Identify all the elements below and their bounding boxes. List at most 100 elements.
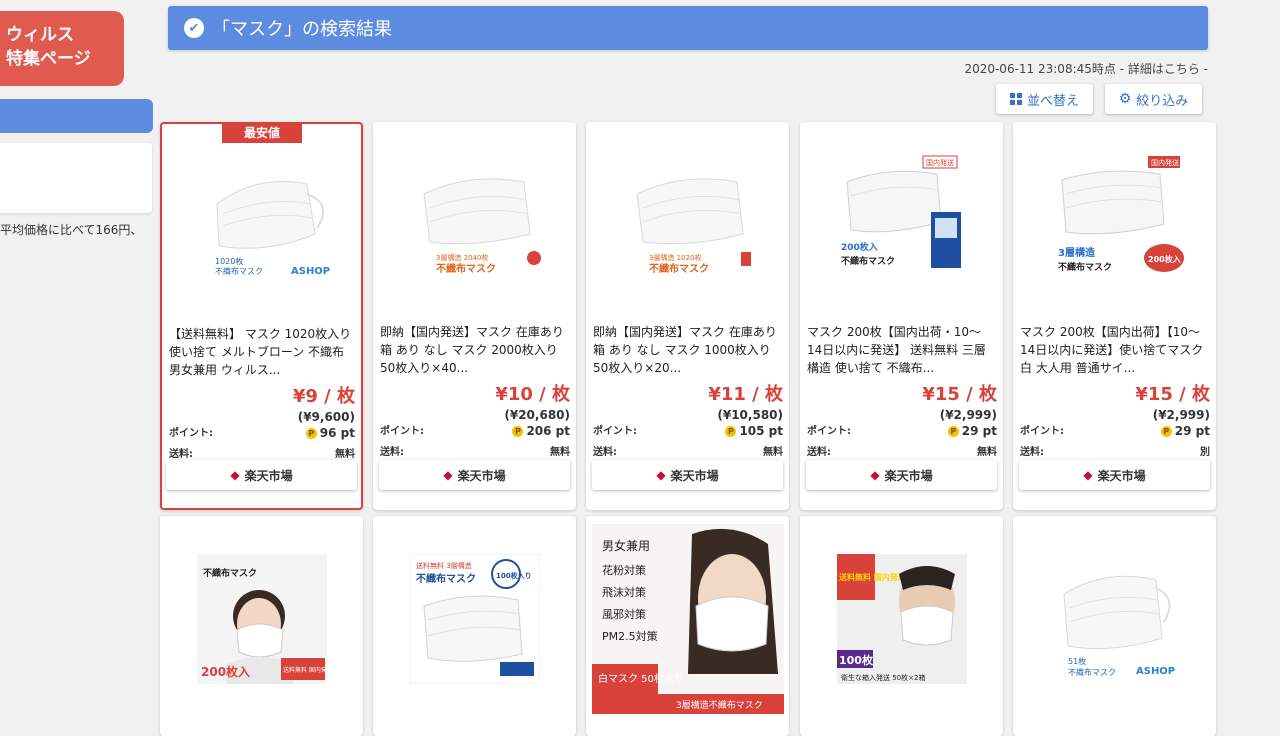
- point-coin-icon: P: [1160, 425, 1172, 437]
- shop-button[interactable]: ◆ 楽天市場: [592, 460, 783, 490]
- image-feature-2: 花粉対策: [602, 563, 646, 577]
- image-spec: 3層構造 1020枚: [649, 253, 702, 262]
- shop-button[interactable]: ◆ 楽天市場: [166, 460, 357, 490]
- tag-icon: ◆: [443, 468, 453, 482]
- total-price: (¥2,999): [939, 408, 997, 422]
- points-value: 105 pt: [739, 424, 783, 438]
- point-coin-icon: P: [725, 425, 737, 437]
- shop-label: 楽天市場: [457, 468, 506, 483]
- product-image: 送料無料 国内発送 100枚 衛生な箱入発送 50枚×2箱: [800, 524, 1003, 714]
- product-image: 3層構造 1020枚 不織布マスク: [586, 142, 789, 292]
- shop-label: 楽天市場: [884, 468, 933, 483]
- points: P 29 pt: [947, 424, 997, 438]
- gear-icon: ⚙: [1118, 91, 1132, 107]
- point-label: ポイント:: [807, 426, 851, 437]
- filter-button[interactable]: ⚙ 絞り込み: [1105, 84, 1202, 114]
- shipping-value: 無料: [977, 447, 997, 458]
- shipping-label: 送料:: [380, 447, 404, 458]
- shop-label: 楽天市場: [670, 468, 719, 483]
- total-price: (¥20,680): [504, 408, 570, 422]
- timestamp-link[interactable]: 2020-06-11 23:08:45時点 - 詳細はこちら -: [964, 60, 1208, 77]
- points: P 206 pt: [512, 424, 570, 438]
- product-title[interactable]: 即納【国内発送】マスク 在庫あり 箱 あり なし マスク 2000枚入り 50枚…: [380, 323, 569, 377]
- promo-line1: ウィルス: [6, 25, 74, 45]
- points: P 96 pt: [305, 426, 355, 440]
- tag-icon: ◆: [1083, 468, 1093, 482]
- shop-label: 楽天市場: [244, 468, 293, 483]
- product-image: 1020枚 不織布マスク ASHOP: [162, 144, 361, 294]
- image-count: 1020枚: [215, 256, 243, 266]
- shop-button[interactable]: ◆ 楽天市場: [806, 460, 997, 490]
- shipping-value: 別: [1200, 447, 1210, 458]
- shop-label: 楽天市場: [1097, 468, 1146, 483]
- filter-label: 絞り込み: [1136, 93, 1189, 109]
- product-card[interactable]: 送料無料 国内発送 100枚 衛生な箱入発送 50枚×2箱: [800, 516, 1003, 736]
- image-count: 100枚入り: [496, 571, 532, 580]
- image-spec: 3層構造: [1058, 246, 1096, 259]
- image-product: 不織布マスク: [203, 567, 257, 579]
- image-count: 200枚入: [201, 664, 250, 679]
- image-tag: 送料無料 国内発送: [283, 666, 327, 674]
- product-title[interactable]: マスク 200枚【国内出荷】【10〜14日以内に発送】使い捨てマスク 白 大人用…: [1020, 323, 1209, 377]
- total-price: (¥2,999): [1152, 408, 1210, 422]
- shipping-value: 無料: [550, 447, 570, 458]
- unit-price: ¥15 / 枚: [1135, 384, 1210, 405]
- image-product: 不織布マスク: [1068, 667, 1116, 677]
- image-tag: 国内発送: [926, 158, 954, 167]
- point-label: ポイント:: [169, 428, 213, 439]
- product-title[interactable]: 【送料無料】 マスク 1020枚入り 使い捨て メルトブローン 不織布 男女兼用…: [169, 325, 354, 379]
- point-label: ポイント:: [593, 426, 637, 437]
- image-count: 200枚入: [1148, 254, 1181, 264]
- product-card[interactable]: 男女兼用 花粉対策 飛沫対策 風邪対策 PM2.5対策 白マスク 50枚入り 3…: [586, 516, 789, 736]
- unit-price: ¥11 / 枚: [708, 384, 783, 405]
- product-card[interactable]: 国内発送 3層構造 不織布マスク 200枚入 マスク 200枚【国内出荷】【10…: [1013, 122, 1216, 510]
- product-card[interactable]: 国内発送 200枚入 不織布マスク マスク 200枚【国内出荷・10〜14日以内…: [800, 122, 1003, 510]
- image-product: 不織布マスク: [416, 572, 476, 585]
- point-coin-icon: P: [512, 425, 524, 437]
- shop-button[interactable]: ◆ 楽天市場: [1019, 460, 1210, 490]
- product-image: 男女兼用 花粉対策 飛沫対策 風邪対策 PM2.5対策 白マスク 50枚入り 3…: [586, 524, 789, 714]
- image-brand: ASHOP: [291, 266, 330, 277]
- product-card[interactable]: 3層構造 1020枚 不織布マスク 即納【国内発送】マスク 在庫あり 箱 あり …: [586, 122, 789, 510]
- product-image: 51枚 不織布マスク ASHOP: [1013, 524, 1216, 714]
- image-product: 不織布マスク: [1058, 261, 1112, 273]
- shop-button[interactable]: ◆ 楽天市場: [379, 460, 570, 490]
- check-circle-icon: ✔: [184, 18, 204, 38]
- image-feature-3: 飛沫対策: [602, 585, 646, 599]
- product-card[interactable]: 不織布マスク 200枚入 送料無料 国内発送: [160, 516, 363, 736]
- image-product: 不織布マスク: [436, 262, 496, 275]
- product-card[interactable]: 51枚 不織布マスク ASHOP: [1013, 516, 1216, 736]
- shipping-label: 送料:: [169, 449, 193, 460]
- image-brand: ASHOP: [1136, 666, 1175, 677]
- image-feature-5: PM2.5対策: [602, 629, 658, 643]
- image-note: 衛生な箱入発送 50枚×2箱: [841, 673, 925, 682]
- product-title[interactable]: 即納【国内発送】マスク 在庫あり 箱 あり なし マスク 1000枚入り 50枚…: [593, 323, 782, 377]
- product-title[interactable]: マスク 200枚【国内出荷・10〜14日以内に発送】 送料無料 三層構造 使い捨…: [807, 323, 996, 377]
- image-label: 白マスク 50枚入り: [598, 672, 684, 685]
- product-card[interactable]: 送料無料 3層構造 不織布マスク 100枚入り: [373, 516, 576, 736]
- sidebar-blue-bar[interactable]: [0, 99, 153, 133]
- image-count: 100枚: [839, 653, 874, 667]
- image-feature-4: 風邪対策: [602, 607, 646, 621]
- product-image: 国内発送 200枚入 不織布マスク: [800, 142, 1003, 292]
- points: P 29 pt: [1160, 424, 1210, 438]
- virus-feature-page-button[interactable]: ウィルス 特集ページ: [0, 11, 124, 86]
- shipping-value: 無料: [763, 447, 783, 458]
- product-card[interactable]: 3層構造 2040枚 不織布マスク 即納【国内発送】マスク 在庫あり 箱 あり …: [373, 122, 576, 510]
- unit-price: ¥10 / 枚: [495, 384, 570, 405]
- point-label: ポイント:: [380, 426, 424, 437]
- unit-price: ¥9 / 枚: [292, 386, 355, 407]
- tag-icon: ◆: [870, 468, 880, 482]
- page-title: 「マスク」の検索結果: [212, 19, 392, 40]
- shipping-label: 送料:: [1020, 447, 1044, 458]
- shipping-value: 無料: [335, 449, 355, 460]
- shipping-label: 送料:: [593, 447, 617, 458]
- product-card[interactable]: 最安値 1020枚 不織布マスク ASHOP 【送料無料】 マスク 1020枚入…: [160, 122, 363, 510]
- sort-button[interactable]: 並べ替え: [996, 84, 1093, 114]
- grid-icon: [1009, 93, 1022, 105]
- image-count: 51枚: [1068, 656, 1086, 666]
- best-price-badge: 最安値: [222, 124, 302, 143]
- tag-icon: ◆: [230, 468, 240, 482]
- shipping-label: 送料:: [807, 447, 831, 458]
- image-feature-1: 男女兼用: [602, 538, 650, 553]
